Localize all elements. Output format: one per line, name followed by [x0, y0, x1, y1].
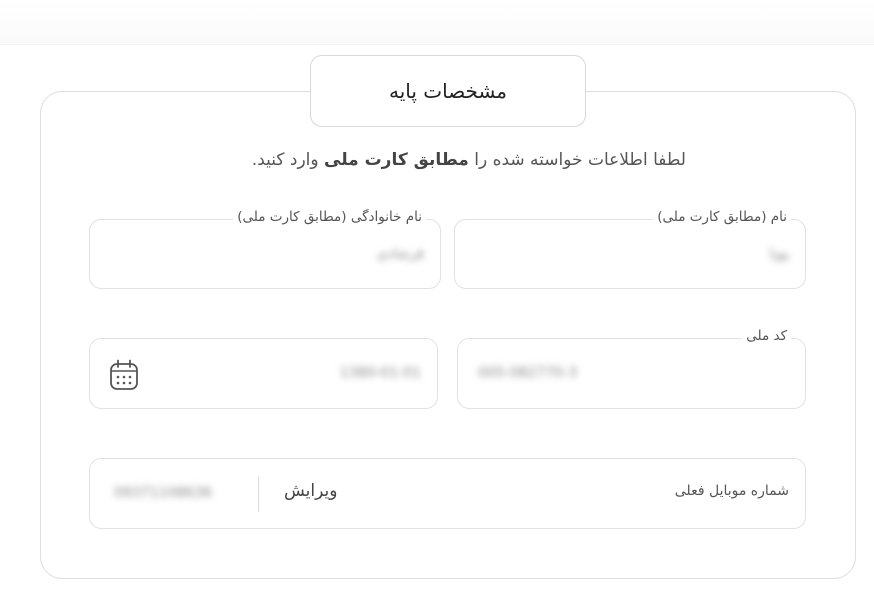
top-bar — [0, 0, 874, 45]
edit-mobile-button[interactable]: ویرایش — [284, 481, 337, 501]
last-name-value: فرشادی — [376, 246, 424, 262]
birth-date-value: 1380-01-01 — [339, 365, 421, 381]
instruction-emphasis: مطابق کارت ملی — [324, 150, 469, 170]
first-name-label: نام (مطابق کارت ملی) — [653, 209, 791, 225]
birth-date-field[interactable]: 1380-01-01 — [89, 338, 438, 409]
instruction-text: لطفا اطلاعات خواسته شده را مطابق کارت مل… — [90, 150, 686, 170]
mobile-value: 09371108636 — [114, 485, 212, 501]
instruction-suffix: وارد کنید. — [251, 150, 324, 170]
mobile-divider — [258, 476, 259, 512]
last-name-field[interactable]: نام خانوادگی (مطابق کارت ملی) فرشادی — [89, 209, 441, 289]
calendar-icon[interactable] — [109, 359, 139, 391]
first-name-value: پویا — [769, 246, 789, 262]
mobile-field: شماره موبایل فعلی ویرایش 09371108636 — [89, 458, 806, 529]
section-title: مشخصات پایه — [388, 79, 508, 103]
first-name-field[interactable]: نام (مطابق کارت ملی) پویا — [454, 209, 806, 289]
national-code-field[interactable]: کد ملی 005-082770-3 — [457, 328, 806, 409]
section-title-tab: مشخصات پایه — [310, 55, 586, 127]
mobile-label: شماره موبایل فعلی — [674, 483, 789, 499]
last-name-label: نام خانوادگی (مطابق کارت ملی) — [233, 209, 426, 225]
national-code-label: کد ملی — [742, 328, 791, 344]
instruction-prefix: لطفا اطلاعات خواسته شده را — [468, 150, 686, 170]
national-code-value: 005-082770-3 — [478, 365, 578, 381]
